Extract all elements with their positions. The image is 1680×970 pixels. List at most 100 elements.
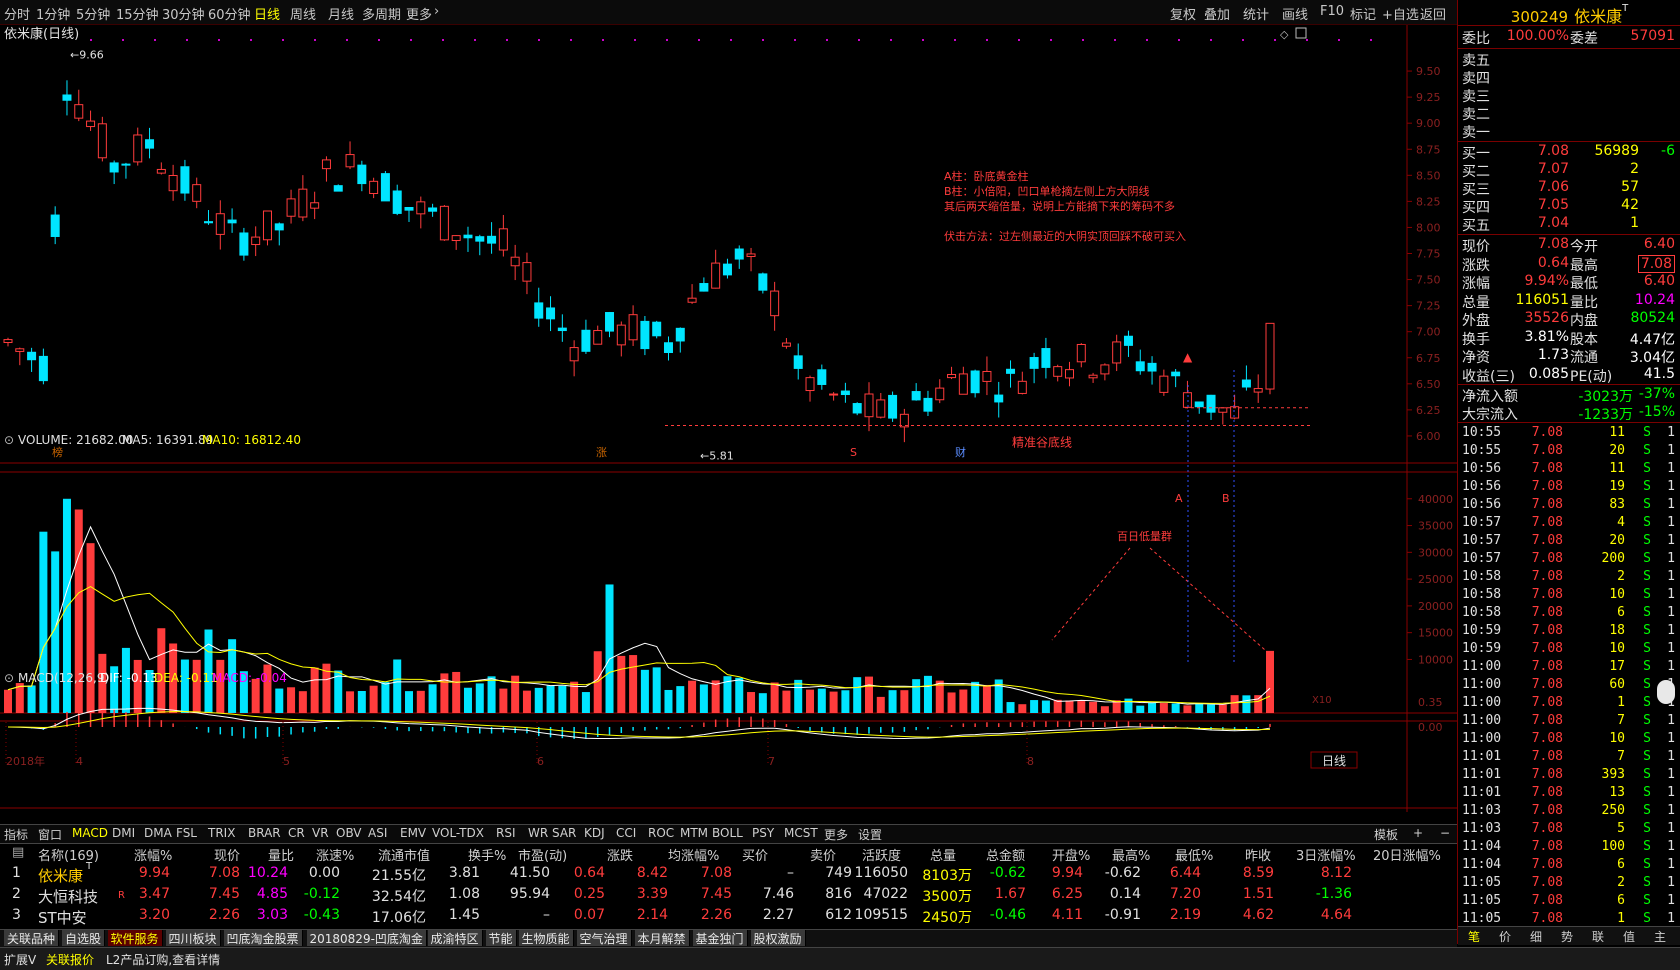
indicator-tab-21[interactable]: BOLL (712, 826, 743, 840)
more-chevron-icon[interactable]: › (434, 4, 439, 19)
column-header[interactable]: 换手% (468, 845, 506, 864)
period-9[interactable]: 多周期 (362, 4, 401, 23)
buy-level[interactable]: 买三 7.06 57 (1458, 179, 1680, 198)
period-6[interactable]: 日线 (254, 4, 280, 23)
indicator-tab-15[interactable]: WR (528, 826, 548, 840)
indicator-tab-8[interactable]: CR (288, 826, 305, 840)
period-5[interactable]: 60分钟 (208, 4, 251, 23)
column-header[interactable]: 涨跌 (607, 845, 633, 864)
collapse-icon[interactable]: ⊙ (4, 433, 14, 447)
indicator-tab-7[interactable]: BRAR (248, 826, 281, 840)
column-header[interactable]: 开盘% (1052, 845, 1090, 864)
scroll-mouse-icon[interactable] (1657, 680, 1675, 704)
indicator-tab-25[interactable]: 设置 (858, 826, 882, 843)
list-menu-icon[interactable]: ▤ (12, 845, 24, 860)
period-10[interactable]: 更多 (406, 4, 432, 23)
column-header[interactable]: 3日涨幅% (1296, 845, 1356, 864)
period-4[interactable]: 30分钟 (162, 4, 205, 23)
indicator-tab-19[interactable]: ROC (648, 826, 674, 840)
stock-name[interactable]: 依米康 (38, 865, 83, 886)
quote-tab-3[interactable]: 势 (1561, 928, 1573, 945)
event-marker[interactable]: 榜 (52, 445, 63, 459)
indicator-tab-1[interactable]: 窗口 (38, 826, 62, 843)
column-header[interactable]: 活跃度 (862, 845, 901, 864)
buy-level[interactable]: 买二 7.07 2 (1458, 161, 1680, 180)
indicator-tab-0[interactable]: 指标 (4, 826, 28, 843)
sector-tab-6[interactable]: 成渝特区 (427, 930, 483, 946)
indicator-tab-23[interactable]: MCST (784, 826, 818, 840)
toolbar-right-5[interactable]: 标记 (1350, 4, 1376, 23)
quote-tab-2[interactable]: 细 (1530, 928, 1542, 945)
toolbar-right-0[interactable]: 复权 (1170, 4, 1196, 23)
period-1[interactable]: 1分钟 (36, 4, 70, 23)
sector-tab-2[interactable]: 软件服务 (107, 930, 163, 946)
column-header[interactable]: 涨速% (316, 845, 354, 864)
l2-promo-link[interactable]: L2产品订购,查看详情 (106, 951, 220, 968)
column-header[interactable]: 最高% (1112, 845, 1150, 864)
indicator-tab-10[interactable]: OBV (336, 826, 362, 840)
toolbar-right-4[interactable]: F10 (1320, 4, 1344, 19)
period-8[interactable]: 月线 (328, 4, 354, 23)
sell-level[interactable]: 卖二 (1458, 104, 1680, 123)
toolbar-right-1[interactable]: 叠加 (1204, 4, 1230, 23)
column-header[interactable]: 流通市值 (378, 845, 430, 864)
kline-chart[interactable]: 依米康(日线) 9.50 9.25 9.00 8.75 8.50 8.25 8.00 7.75 7… (0, 25, 1457, 812)
event-marker[interactable]: 财 (955, 445, 966, 459)
toolbar-right-6[interactable]: +自选 (1382, 4, 1419, 23)
table-row[interactable]: 3 ST中安 3.20 2.26 3.03 -0.43 17.06亿 1.45 – 0.07 2.1… (0, 907, 1457, 929)
sector-tab-10[interactable]: 本月解禁 (634, 930, 690, 946)
indicator-tab-5[interactable]: FSL (176, 826, 197, 840)
column-header[interactable]: 最低% (1175, 845, 1213, 864)
sector-tab-0[interactable]: 关联品种 (4, 930, 60, 946)
indicator-tab-3[interactable]: DMI (112, 826, 135, 840)
column-header[interactable]: 市盈(动) (518, 845, 567, 864)
indicator-right-0[interactable]: 模板 (1374, 826, 1398, 843)
event-marker[interactable]: S (850, 446, 857, 459)
sell-level[interactable]: 卖一 (1458, 122, 1680, 141)
indicator-tab-11[interactable]: ASI (368, 826, 387, 840)
column-header[interactable]: 现价 (214, 845, 240, 864)
period-3[interactable]: 15分钟 (116, 4, 159, 23)
period-2[interactable]: 5分钟 (76, 4, 110, 23)
indicator-tab-24[interactable]: 更多 (824, 826, 848, 843)
quote-tab-1[interactable]: 价 (1499, 928, 1511, 945)
quote-tab-0[interactable]: 笔 (1468, 928, 1480, 945)
indicator-tab-20[interactable]: MTM (680, 826, 708, 840)
column-header[interactable]: 昨收 (1245, 845, 1271, 864)
period-0[interactable]: 分时 (4, 4, 30, 23)
column-header[interactable]: 总量 (930, 845, 956, 864)
column-header[interactable]: 卖价 (810, 845, 836, 864)
indicator-tab-4[interactable]: DMA (144, 826, 172, 840)
sell-level[interactable]: 卖五 (1458, 50, 1680, 69)
indicator-tab-6[interactable]: TRIX (208, 826, 235, 840)
event-marker[interactable]: 涨 (596, 446, 607, 459)
column-header[interactable]: 总金额 (986, 845, 1025, 864)
indicator-tab-12[interactable]: EMV (400, 826, 426, 840)
indicator-tab-2[interactable]: MACD (72, 826, 108, 840)
indicator-tab-14[interactable]: RSI (496, 826, 516, 840)
indicator-right-2[interactable]: − (1440, 826, 1450, 840)
column-header[interactable]: 买价 (742, 845, 768, 864)
sell-level[interactable]: 卖四 (1458, 68, 1680, 87)
sell-level[interactable]: 卖三 (1458, 86, 1680, 105)
table-row[interactable]: 1 依米康 T 9.94 7.08 10.24 0.00 21.55亿 3.81 41.50 0.6… (0, 861, 1457, 887)
indicator-tab-17[interactable]: KDJ (584, 826, 605, 840)
quote-tab-5[interactable]: 值 (1623, 928, 1635, 945)
sector-tab-1[interactable]: 自选股 (62, 930, 106, 946)
quote-tab-6[interactable]: 主 (1654, 928, 1666, 945)
sector-tab-7[interactable]: 节能 (485, 930, 517, 946)
buy-level[interactable]: 买四 7.05 42 (1458, 197, 1680, 216)
sector-tab-3[interactable]: 四川板块 (165, 930, 221, 946)
sector-tab-8[interactable]: 生物质能 (518, 930, 574, 946)
sector-tab-11[interactable]: 基金独门 (692, 930, 748, 946)
indicator-tab-16[interactable]: SAR (552, 826, 576, 840)
diamond-icon[interactable]: ◇ (1280, 28, 1289, 41)
buy-level[interactable]: 买五 7.04 1 (1458, 215, 1680, 234)
column-header[interactable]: 均涨幅% (668, 845, 719, 864)
toolbar-right-2[interactable]: 统计 (1243, 4, 1269, 23)
related-quote-button[interactable]: 关联报价 (46, 951, 94, 968)
toolbar-right-7[interactable]: 返回 (1420, 4, 1446, 23)
period-7[interactable]: 周线 (290, 4, 316, 23)
quote-tab-4[interactable]: 联 (1592, 928, 1604, 945)
stock-name[interactable]: ST中安 (38, 907, 87, 928)
